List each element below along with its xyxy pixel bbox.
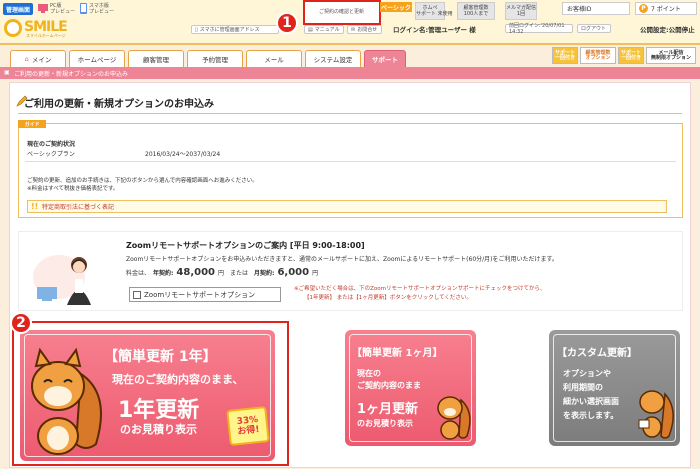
- callout-badge-1: 1: [276, 12, 298, 34]
- custom-card-head: 【カスタム更新】: [557, 348, 637, 359]
- customer-limit-box: 顧客管理数 100人まで: [457, 2, 495, 20]
- pc-preview-label: PC版 プレビュー: [50, 3, 76, 15]
- tab-mail[interactable]: メール: [246, 50, 302, 67]
- support-option-button-1[interactable]: サポート 一回付き: [552, 47, 578, 64]
- home-icon: ⌂: [24, 55, 29, 63]
- contract-check-highlight[interactable]: ご契約の確認と更新: [303, 0, 381, 25]
- tab-customers[interactable]: 顧客管理: [128, 50, 184, 67]
- custom-renew-button[interactable]: 【カスタム更新】 オプションや 利用期間の 細かい選択画面 を表示します。: [549, 330, 680, 446]
- point-icon: P: [639, 4, 648, 13]
- pc-preview-button[interactable]: PC版 プレビュー: [38, 3, 78, 17]
- top-bar: 管理画面 SMILE スマイルホームページ PC版 プレビュー スマホ版 プレビ…: [0, 0, 700, 45]
- warning-icon: !!: [31, 202, 39, 211]
- hp-support-box: ホムペ サポート 未使用: [415, 2, 453, 20]
- smartphone-icon: [80, 3, 87, 14]
- month-card-big: 1ヶ月更新: [357, 402, 419, 417]
- zoom-description: Zoomリモートサポートオプションをお申込みいただきますと、通常のメールサポート…: [126, 256, 558, 263]
- squirrel-custom-icon: [638, 390, 674, 439]
- support-option-button-2[interactable]: サポート 一回付き: [618, 47, 644, 64]
- guide-tag: ガイド: [18, 120, 46, 128]
- logo-subtext: スマイルホームページ: [26, 33, 66, 38]
- book-icon: ▤: [308, 26, 313, 33]
- month-card-head: 【簡単更新 1ヶ月】: [352, 348, 443, 359]
- page-icon: ▣: [4, 69, 10, 76]
- tax-note: ※料金はすべて税抜き価格表記です。: [27, 186, 119, 192]
- logo[interactable]: SMILE スマイルホームページ: [4, 17, 84, 39]
- sp-preview-label: スマホ版 プレビュー: [89, 3, 115, 15]
- manual-button[interactable]: ▤ マニュアル: [304, 25, 344, 34]
- contract-status-label: 現在のご契約状況: [27, 141, 76, 148]
- month-card-foot: のお見積り表示: [357, 419, 413, 428]
- contact-button[interactable]: ✉ お問合せ: [347, 25, 382, 34]
- plan-badge: ベーシック: [380, 2, 412, 12]
- squirrel-small-icon: [437, 396, 471, 440]
- custom-card-l1: オプションや: [563, 369, 611, 378]
- mail-unlimited-option-button[interactable]: メール配信 無制限オプション: [646, 47, 696, 64]
- contract-check-link[interactable]: ご契約の確認と更新: [319, 8, 364, 15]
- month-card-sub2: ご契約内容のまま: [357, 381, 421, 390]
- zoom-price: 料金は、 年契約: 48,000 円 または 月契約: 6,000 円: [126, 267, 319, 278]
- law-link[interactable]: !! 特定商取引法に基づく表記: [27, 200, 667, 213]
- custom-card-l2: 利用期間の: [563, 383, 603, 392]
- tab-reservations[interactable]: 予約管理: [187, 50, 243, 67]
- points-display: P 7 ポイント: [635, 2, 697, 15]
- custom-card-l3: 細かい選択画面: [563, 397, 619, 406]
- monitor-icon: [38, 4, 48, 13]
- tab-support[interactable]: サポート: [364, 50, 406, 67]
- title-divider: [18, 113, 682, 114]
- main-nav: ⌂ メイン ホームページ 顧客管理 予約管理 メール システム設定 サポート サポ…: [0, 47, 700, 67]
- guide-box: 現在のご契約状況 ベーシックプラン 2016/03/24〜2037/03/24 …: [18, 123, 683, 218]
- phone-icon: ▯: [195, 26, 198, 33]
- custom-card-l4: を表示します。: [563, 411, 619, 420]
- current-plan: ベーシックプラン: [27, 151, 75, 158]
- customer-limit-option-button[interactable]: 顧客管理数 オプション: [580, 47, 616, 64]
- guide-divider: [25, 161, 676, 162]
- page-title: ご利用の更新・新規オプションのお申込み: [24, 99, 214, 110]
- checkbox-box[interactable]: [133, 290, 141, 299]
- tab-system[interactable]: システム設定: [305, 50, 361, 67]
- tab-main[interactable]: ⌂ メイン: [10, 50, 66, 67]
- logo-ring-icon: [4, 19, 22, 37]
- contract-period: 2016/03/24〜2037/03/24: [145, 151, 221, 158]
- guide-instruction: ご契約の更新、追加のお手続きは、下記のボタンから選んで内容確認画面へお進みくださ…: [27, 178, 258, 184]
- logout-button[interactable]: ログアウト: [577, 24, 611, 33]
- zoom-title: Zoomリモートサポートオプションのご案内 [平日 9:00-18:00]: [126, 241, 365, 250]
- mailmag-box: メルマガ配信 1回: [505, 2, 537, 20]
- callout-badge-2: 2: [10, 312, 32, 334]
- admin-button[interactable]: 管理画面: [3, 3, 33, 15]
- last-login: 前回ログイン:'20/07/01 14:32: [505, 23, 573, 35]
- customer-id: お客様ID: [562, 2, 630, 15]
- sp-manage-address-button[interactable]: ▯ スマホに管理画面アドレス: [191, 25, 279, 34]
- zoom-note: ※ご希望いただく場合は、下のZoomリモートサポートオプションサポートにチェック…: [294, 286, 546, 301]
- mail-icon: ✉: [351, 26, 356, 33]
- sp-preview-button[interactable]: スマホ版 プレビュー: [80, 3, 125, 17]
- zoom-option-checkbox[interactable]: Zoomリモートサポートオプション: [129, 287, 281, 302]
- year-card-highlight: [12, 321, 289, 466]
- breadcrumb: ▣ ご利用の更新・新規オプションのお申込み: [0, 67, 700, 79]
- support-operator-illustration: [33, 255, 91, 305]
- easy-renew-1month-button[interactable]: 【簡単更新 1ヶ月】 現在の ご契約内容のまま 1ヶ月更新 のお見積り表示: [345, 330, 476, 446]
- monthly-price: 6,000: [277, 267, 310, 278]
- public-setting[interactable]: 公開設定:公開停止: [640, 24, 695, 34]
- yearly-price: 48,000: [176, 267, 216, 278]
- zoom-option-section: Zoomリモートサポートオプションのご案内 [平日 9:00-18:00] Zo…: [18, 231, 683, 311]
- month-card-sub1: 現在の: [357, 369, 381, 378]
- tab-homepage[interactable]: ホームページ: [69, 50, 125, 67]
- login-name: ログイン名:管理ユーザー 様: [393, 26, 476, 34]
